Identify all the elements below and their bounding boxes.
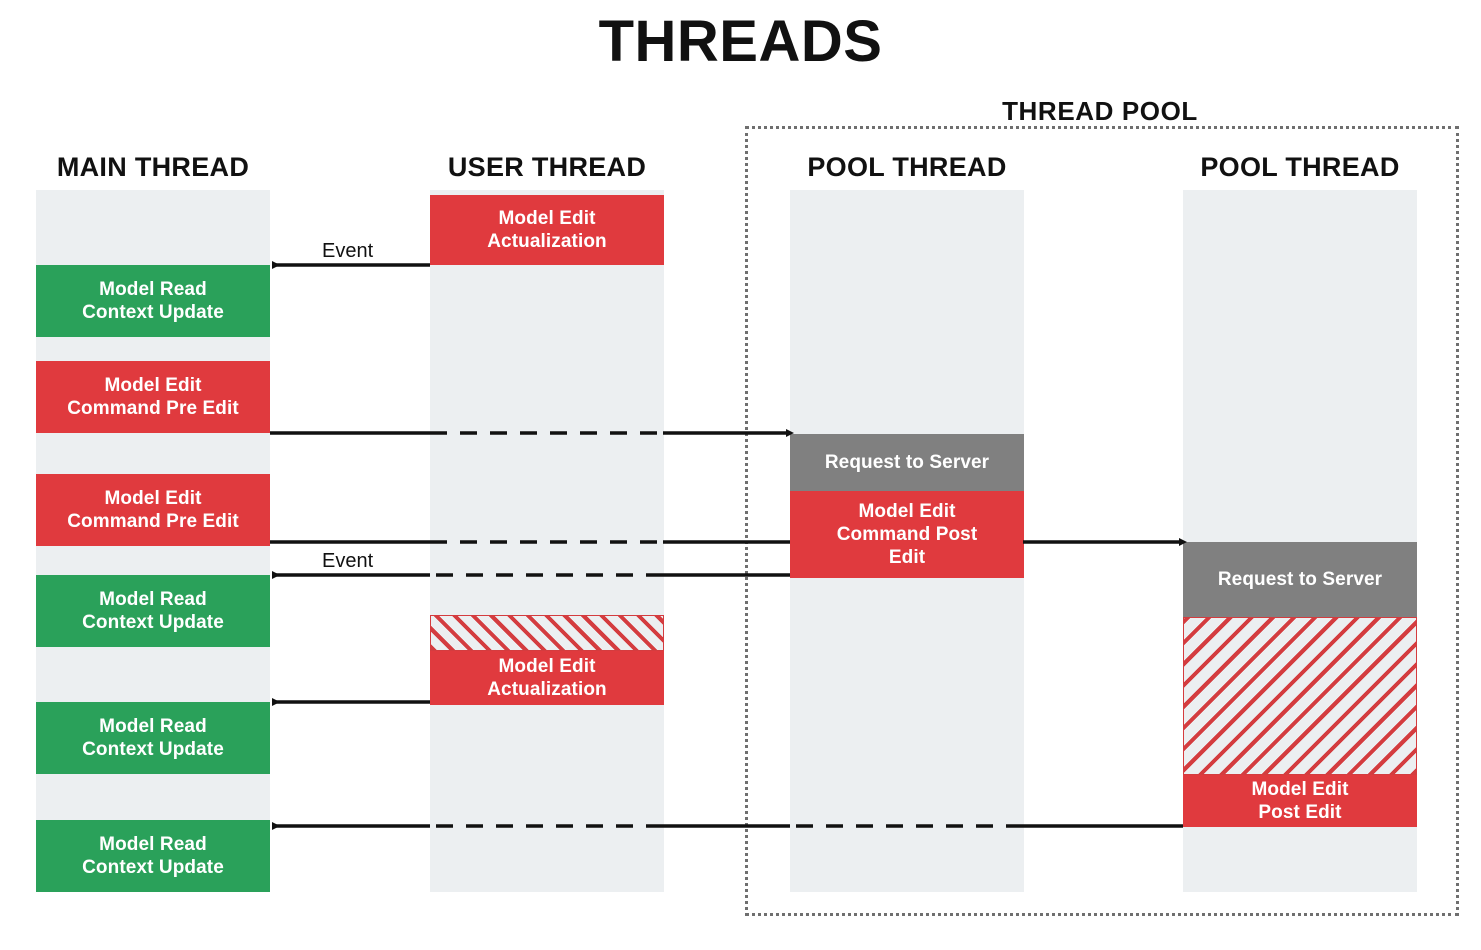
arrow-label-event-2: Event — [322, 550, 374, 572]
block-user-model-edit-actualization-1[interactable]: Model Edit Actualization — [430, 195, 664, 265]
block-pool2-model-edit-post-edit[interactable]: Model Edit Post Edit — [1183, 775, 1417, 827]
block-main-model-read-context-update-3[interactable]: Model Read Context Update — [36, 702, 270, 774]
arrow-label-event-1: Event — [322, 240, 374, 262]
block-user-waiting-hatched[interactable] — [430, 615, 664, 651]
block-pool1-model-edit-command-post-edit[interactable]: Model Edit Command Post Edit — [790, 491, 1024, 578]
diagram-canvas: THREADS THREAD POOL MAIN THREAD USER THR… — [0, 0, 1481, 950]
block-pool2-waiting-hatched[interactable] — [1183, 617, 1417, 775]
page-title: THREADS — [598, 9, 883, 74]
block-main-model-edit-command-pre-edit-2[interactable]: Model Edit Command Pre Edit — [36, 474, 270, 546]
block-user-model-edit-actualization-2[interactable]: Model Edit Actualization — [430, 651, 664, 705]
block-main-model-read-context-update-2[interactable]: Model Read Context Update — [36, 575, 270, 647]
thread-pool-group-label: THREAD POOL — [1002, 96, 1198, 126]
block-main-model-read-context-update-1[interactable]: Model Read Context Update — [36, 265, 270, 337]
lane-track-user-thread — [430, 190, 664, 892]
block-main-model-edit-command-pre-edit-1[interactable]: Model Edit Command Pre Edit — [36, 361, 270, 433]
lane-header-user-thread: USER THREAD — [447, 152, 647, 182]
block-main-model-read-context-update-4[interactable]: Model Read Context Update — [36, 820, 270, 892]
block-pool2-request-to-server[interactable]: Request to Server — [1183, 542, 1417, 617]
block-pool1-request-to-server[interactable]: Request to Server — [790, 434, 1024, 491]
lane-header-main-thread: MAIN THREAD — [56, 152, 250, 182]
lane-header-pool-thread-2: POOL THREAD — [1200, 152, 1400, 182]
lane-header-pool-thread-1: POOL THREAD — [807, 152, 1007, 182]
